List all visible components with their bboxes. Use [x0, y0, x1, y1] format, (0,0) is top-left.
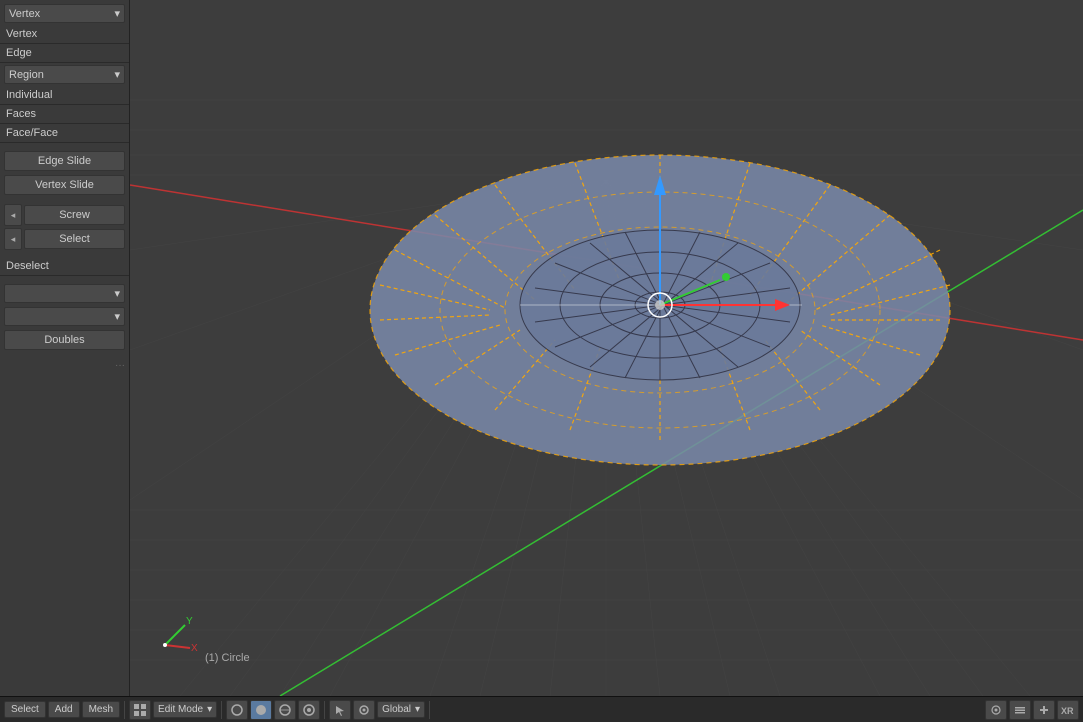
svg-text:X: X: [191, 643, 198, 654]
add-bottom-btn[interactable]: Add: [48, 701, 80, 718]
select-dropdown1[interactable]: ▾: [4, 284, 125, 303]
region-dropdown[interactable]: Region ▾: [4, 65, 125, 84]
bottom-toolbar: Select Add Mesh Edit Mode ▾: [0, 696, 1083, 722]
snap-btn[interactable]: [353, 700, 375, 720]
vertex-dropdown-arrow: ▾: [114, 7, 120, 20]
viewport[interactable]: Y X (1) Circle: [130, 0, 1083, 696]
edit-mode-arrow: ▾: [207, 704, 212, 715]
spacer2: [0, 197, 129, 203]
svg-text:XR: XR: [1061, 706, 1074, 716]
region-arrow: ▾: [114, 68, 120, 81]
sidebar: Vertex ▾ Vertex Edge Region ▾ Individual…: [0, 0, 130, 696]
xray-btn[interactable]: XR: [1057, 700, 1079, 720]
select-icon-btn[interactable]: ◂: [4, 228, 22, 250]
vertex-dropdown-label: Vertex: [9, 8, 40, 20]
main-area: Vertex ▾ Vertex Edge Region ▾ Individual…: [0, 0, 1083, 696]
svg-text:Y: Y: [186, 616, 193, 627]
face-face-item[interactable]: Face/Face: [0, 124, 129, 143]
normals-btn[interactable]: [1033, 700, 1055, 720]
separator2: [221, 701, 222, 719]
separator3: [324, 701, 325, 719]
global-arrow: ▾: [415, 704, 420, 715]
vertex-item[interactable]: Vertex: [0, 25, 129, 44]
edge-slide-btn[interactable]: Edge Slide: [4, 151, 125, 171]
axis-indicator: Y X: [150, 610, 200, 660]
proportional-btn[interactable]: [985, 700, 1007, 720]
separator1: [124, 701, 125, 719]
screw-select-row: ◂ Screw: [4, 204, 125, 226]
onion-btn[interactable]: [1009, 700, 1031, 720]
viewport-svg: [130, 0, 1083, 696]
edit-mode-dropdown[interactable]: Edit Mode ▾: [153, 701, 217, 718]
mode-icon[interactable]: [129, 700, 151, 720]
select-dropdown2-arrow: ▾: [114, 310, 120, 323]
select-dropdown1-arrow: ▾: [114, 287, 120, 300]
doubles-btn[interactable]: Doubles: [4, 330, 125, 350]
region-label: Region: [9, 69, 44, 81]
individual-item[interactable]: Individual: [0, 86, 129, 105]
spacer4: [0, 276, 129, 282]
global-label: Global: [382, 704, 411, 715]
select-dropdown2[interactable]: ▾: [4, 307, 125, 326]
select-bottom-btn[interactable]: Select: [4, 701, 46, 718]
mesh-bottom-btn[interactable]: Mesh: [82, 701, 120, 718]
texture-btn[interactable]: [274, 700, 296, 720]
screw-btn[interactable]: Screw: [24, 205, 125, 225]
spacer1: [0, 143, 129, 149]
select-row: ◂ Select: [4, 228, 125, 250]
faces-item[interactable]: Faces: [0, 105, 129, 124]
screw-icon-btn[interactable]: ◂: [4, 204, 22, 226]
global-dropdown[interactable]: Global ▾: [377, 701, 425, 718]
edit-mode-label: Edit Mode: [158, 704, 203, 715]
solid-btn[interactable]: [250, 700, 272, 720]
object-name: (1) Circle: [205, 652, 250, 664]
select-btn[interactable]: Select: [24, 229, 125, 249]
cursor-btn[interactable]: [329, 700, 351, 720]
separator4: [429, 701, 430, 719]
scroll-indicator: ···: [0, 358, 129, 373]
edge-item[interactable]: Edge: [0, 44, 129, 63]
wireframe-btn[interactable]: [226, 700, 248, 720]
material-btn[interactable]: [298, 700, 320, 720]
deselect-item[interactable]: Deselect: [0, 257, 129, 276]
vertex-slide-btn[interactable]: Vertex Slide: [4, 175, 125, 195]
vertex-dropdown[interactable]: Vertex ▾: [4, 4, 125, 23]
